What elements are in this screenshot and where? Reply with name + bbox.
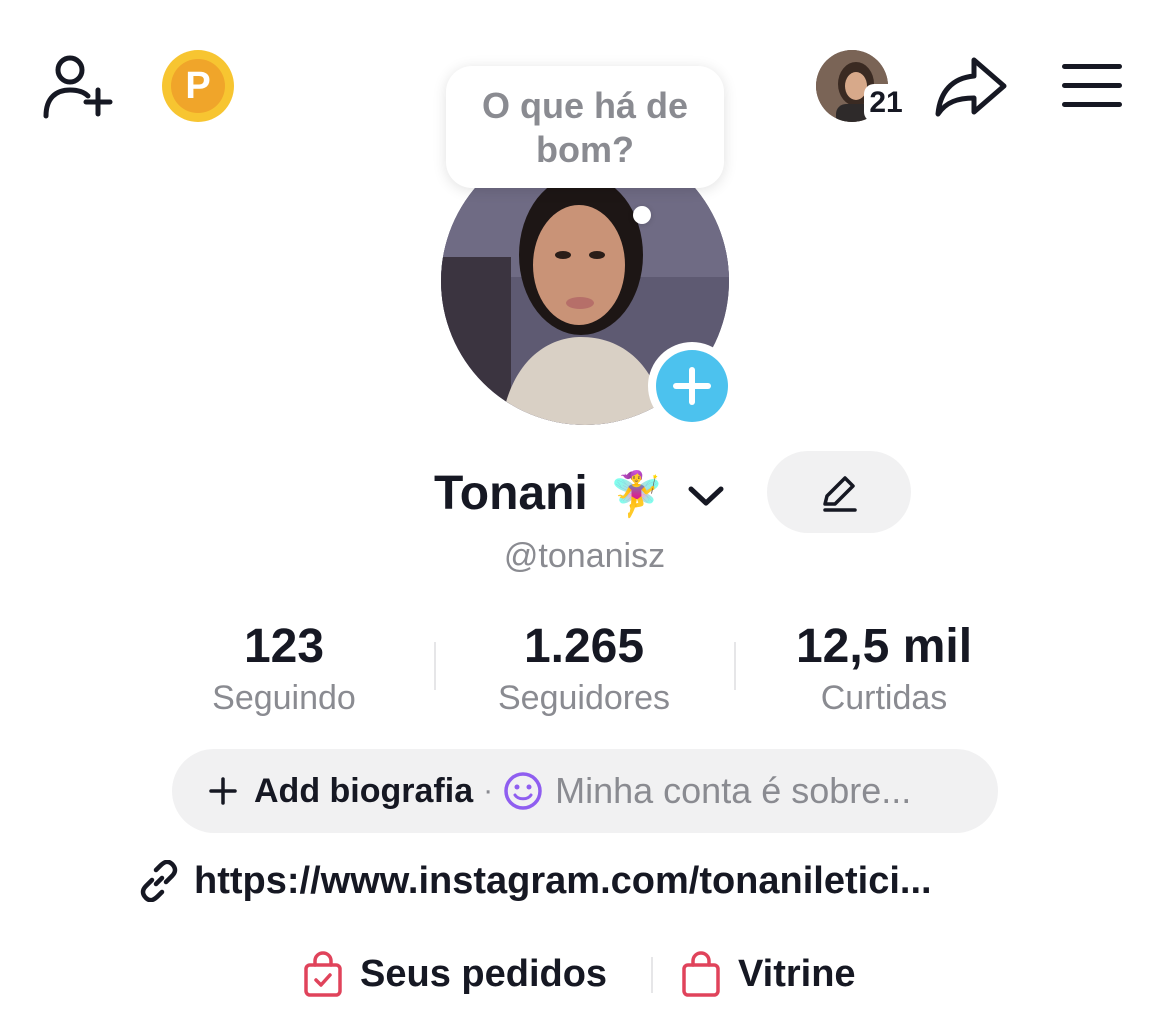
bubble-tail	[633, 206, 651, 224]
add-bio-label: Add biografia	[254, 771, 474, 810]
pencil-icon	[823, 476, 857, 512]
orders-button[interactable]: Seus pedidos	[302, 946, 607, 1002]
fairy-emoji: 🧚‍♀️	[609, 470, 664, 519]
plus-icon	[209, 777, 237, 805]
share-arrow-icon	[935, 57, 1007, 117]
shop-divider	[651, 957, 653, 993]
share-button[interactable]	[934, 54, 1008, 118]
stat-following-label: Seguindo	[212, 679, 356, 717]
profile-name-text: Tonani	[434, 467, 588, 520]
stat-following-value: 123	[243, 620, 325, 673]
stat-likes-value: 12,5 mil	[795, 620, 973, 673]
coin-button[interactable]: P	[162, 50, 234, 122]
status-bubble[interactable]: O que há de bom?	[446, 66, 724, 188]
edit-profile-button[interactable]	[767, 451, 911, 533]
add-photo-button[interactable]	[648, 342, 736, 430]
plus-icon	[673, 367, 711, 405]
hamburger-menu-icon	[1062, 64, 1122, 107]
add-friend-button[interactable]	[40, 52, 116, 120]
menu-button[interactable]	[1062, 62, 1122, 110]
stat-followers-value: 1.265	[523, 620, 645, 673]
chevron-down-icon[interactable]	[687, 484, 725, 508]
coin-letter: P	[185, 65, 211, 107]
showcase-label: Vitrine	[738, 952, 856, 995]
profile-handle: @tonanisz	[503, 537, 666, 575]
stat-following[interactable]: 123 Seguindo	[134, 618, 434, 720]
profile-link-text: https://www.instagram.com/tonaniletici..…	[194, 859, 932, 902]
showcase-button[interactable]: Vitrine	[680, 946, 856, 1002]
shopping-bag-check-icon	[304, 951, 342, 997]
stat-followers-label: Seguidores	[497, 679, 670, 717]
link-icon	[140, 860, 178, 902]
smiley-icon	[504, 772, 542, 810]
story-count-badge: 21	[864, 84, 908, 122]
add-bio-button[interactable]: Add biografia · Minha conta é sobre...	[172, 749, 998, 833]
orders-label: Seus pedidos	[360, 952, 608, 995]
stat-likes[interactable]: 12,5 mil Curtidas	[734, 618, 1034, 720]
bio-separator: ·	[483, 774, 494, 807]
profile-name[interactable]: Tonani 🧚‍♀️	[434, 462, 725, 526]
shopping-bag-icon	[682, 951, 720, 997]
bio-placeholder: Minha conta é sobre...	[555, 770, 912, 811]
profile-link[interactable]: https://www.instagram.com/tonaniletici..…	[138, 855, 932, 907]
stat-likes-label: Curtidas	[820, 679, 948, 717]
person-plus-icon	[43, 55, 113, 119]
stat-followers[interactable]: 1.265 Seguidores	[434, 618, 734, 720]
